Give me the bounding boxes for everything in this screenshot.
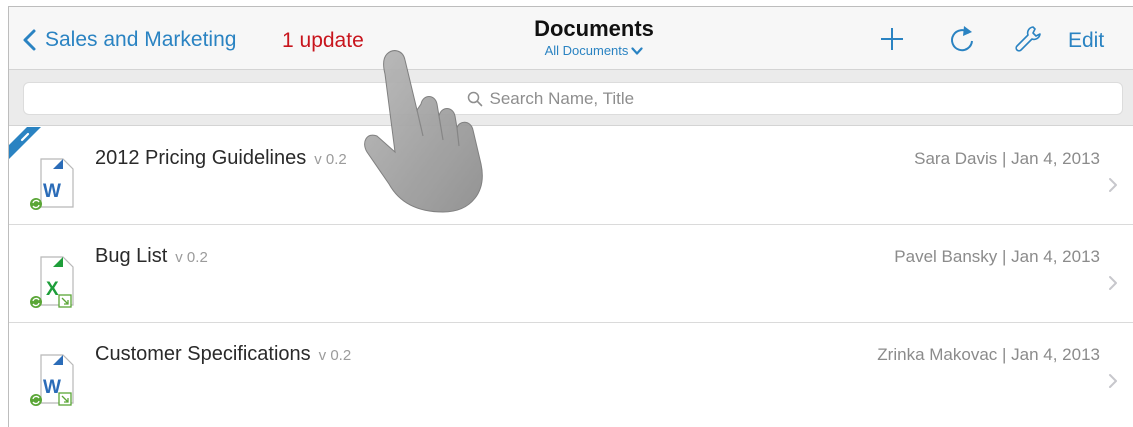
document-title-line: Customer Specifications v 0.2 <box>95 343 351 366</box>
document-title-line: Bug List v 0.2 <box>95 245 208 268</box>
nav-title-block: Documents All Documents <box>469 16 719 60</box>
chevron-left-icon <box>23 29 36 51</box>
document-meta: Zrinka Makovac | Jan 4, 2013 <box>877 345 1100 364</box>
svg-text:W: W <box>43 377 61 398</box>
document-name: Bug List <box>95 245 168 267</box>
filter-label: All Documents <box>544 43 629 58</box>
document-filter-dropdown[interactable]: All Documents <box>545 43 644 59</box>
back-button[interactable]: Sales and Marketing <box>19 25 236 55</box>
document-meta: Pavel Bansky | Jan 4, 2013 <box>894 247 1100 266</box>
chevron-right-icon <box>1109 374 1117 388</box>
document-list: W 2012 Pricing Guidelines v 0.2 Sara Dav… <box>9 127 1133 421</box>
back-label: Sales and Marketing <box>45 28 237 51</box>
document-name: 2012 Pricing Guidelines <box>95 147 307 169</box>
nav-bar: Sales and Marketing 1 update Documents A… <box>9 7 1133 70</box>
document-title-line: 2012 Pricing Guidelines v 0.2 <box>95 147 347 170</box>
search-bar <box>9 70 1133 126</box>
svg-text:W: W <box>43 181 61 202</box>
wrench-icon[interactable] <box>1013 24 1043 54</box>
document-version: v 0.2 <box>318 347 352 364</box>
search-icon <box>467 91 482 106</box>
svg-text:X: X <box>46 279 59 300</box>
chevron-right-icon <box>1109 276 1117 290</box>
document-row[interactable]: W Customer Specifications v 0.2 Zrinka M… <box>9 323 1133 421</box>
search-input[interactable] <box>489 88 680 109</box>
document-version: v 0.2 <box>175 249 208 266</box>
word-file-icon: W <box>30 354 74 406</box>
plus-icon[interactable] <box>877 24 907 54</box>
refresh-icon[interactable] <box>947 24 977 54</box>
search-field[interactable] <box>23 82 1123 115</box>
page-title: Documents <box>534 16 654 41</box>
word-file-icon: W <box>30 158 74 210</box>
app-frame: Sales and Marketing 1 update Documents A… <box>8 6 1133 427</box>
chevron-right-icon <box>1109 178 1117 192</box>
update-count-link[interactable]: 1 update <box>282 29 364 53</box>
document-meta: Sara Davis | Jan 4, 2013 <box>914 149 1100 168</box>
document-row[interactable]: X Bug List v 0.2 Pavel Bansky | Jan 4, 2… <box>9 225 1133 323</box>
chevron-down-icon <box>631 47 644 55</box>
document-name: Customer Specifications <box>95 343 311 365</box>
document-version: v 0.2 <box>314 151 347 168</box>
edit-button[interactable]: Edit <box>1068 29 1104 53</box>
excel-file-icon: X <box>30 256 74 308</box>
document-row[interactable]: W 2012 Pricing Guidelines v 0.2 Sara Dav… <box>9 127 1133 225</box>
